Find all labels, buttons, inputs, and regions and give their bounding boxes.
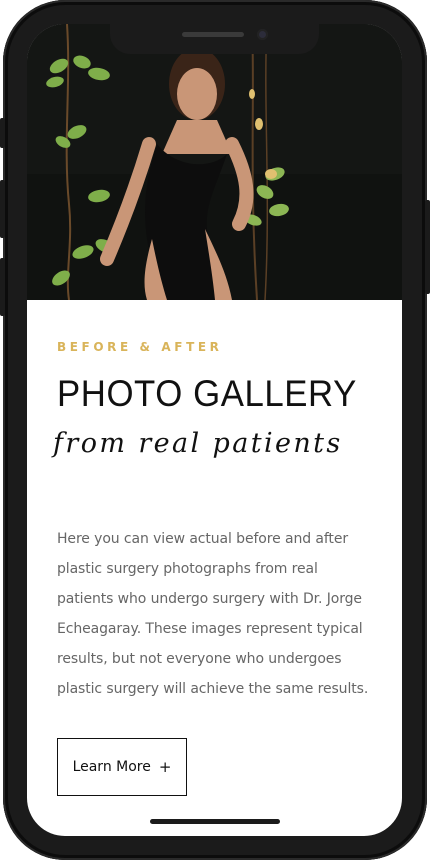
phone-screen: BEFORE & AFTER PHOTO GALLERY from real p… <box>27 24 402 836</box>
volume-up-button <box>0 180 5 238</box>
learn-more-label: Learn More <box>72 759 151 775</box>
power-button <box>425 200 430 294</box>
silent-switch <box>0 118 5 148</box>
learn-more-button[interactable]: Learn More + <box>57 738 187 796</box>
intro-paragraph: Here you can view actual before and afte… <box>57 531 369 697</box>
hero-illustration <box>27 24 402 300</box>
speaker-grille <box>182 32 244 37</box>
hero-image <box>27 24 402 300</box>
section-eyebrow: BEFORE & AFTER <box>57 340 223 354</box>
plus-icon: + <box>158 757 172 776</box>
notch <box>110 24 319 54</box>
volume-down-button <box>0 258 5 316</box>
home-indicator[interactable] <box>150 819 280 824</box>
page-subtitle: from real patients <box>53 428 343 459</box>
front-camera-icon <box>257 29 268 40</box>
page-title: PHOTO GALLERY <box>57 373 357 414</box>
